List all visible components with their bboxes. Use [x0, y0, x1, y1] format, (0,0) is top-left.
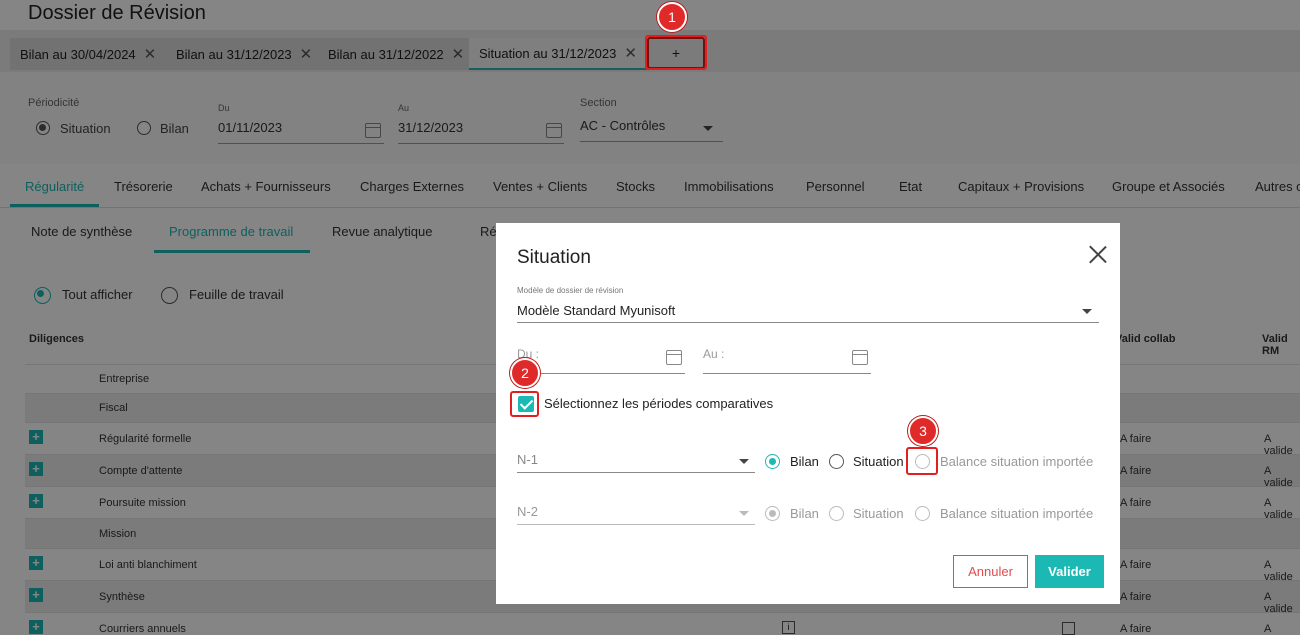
calendar-icon[interactable] [852, 350, 868, 365]
n1-situation-radio[interactable] [829, 454, 844, 469]
chevron-down-icon [739, 511, 749, 516]
cancel-button[interactable]: Annuler [953, 555, 1028, 588]
close-icon[interactable] [1089, 245, 1107, 263]
annotation-highlight [906, 447, 938, 475]
chevron-down-icon [739, 459, 749, 464]
annotation-highlight [645, 35, 707, 70]
n2-bilan-radio[interactable] [765, 506, 780, 521]
au-date-field[interactable]: Au : [703, 347, 871, 374]
situation-dialog: Situation Modèle de dossier de révision … [496, 223, 1120, 604]
n1-situation-label: Situation [853, 454, 904, 469]
validate-button[interactable]: Valider [1035, 555, 1104, 588]
annotation-highlight [510, 391, 539, 417]
n2-situation-label: Situation [853, 506, 904, 521]
n2-bilan-label: Bilan [790, 506, 819, 521]
n2-situation-radio[interactable] [829, 506, 844, 521]
calendar-icon[interactable] [666, 350, 682, 365]
dialog-title: Situation [517, 247, 591, 268]
n1-bilan-radio[interactable] [765, 454, 780, 469]
annotation-badge: 1 [657, 2, 687, 32]
modele-label: Modèle de dossier de révision [517, 286, 624, 295]
annotation-badge: 3 [908, 416, 938, 446]
modele-select[interactable]: Modèle Standard Myunisoft [517, 303, 1099, 323]
n2-balance-label: Balance situation importée [940, 506, 1094, 521]
n1-bilan-label: Bilan [790, 454, 819, 469]
n2-balance-radio[interactable] [915, 506, 930, 521]
du-date-field[interactable]: Du : [517, 347, 685, 374]
n1-balance-label: Balance situation importée [940, 454, 1094, 469]
comparative-periods-label: Sélectionnez les périodes comparatives [544, 396, 774, 411]
n2-period-select[interactable]: N-2 [517, 504, 755, 525]
annotation-badge: 2 [510, 358, 540, 388]
chevron-down-icon [1082, 309, 1092, 314]
n1-period-select[interactable]: N-1 [517, 452, 755, 473]
